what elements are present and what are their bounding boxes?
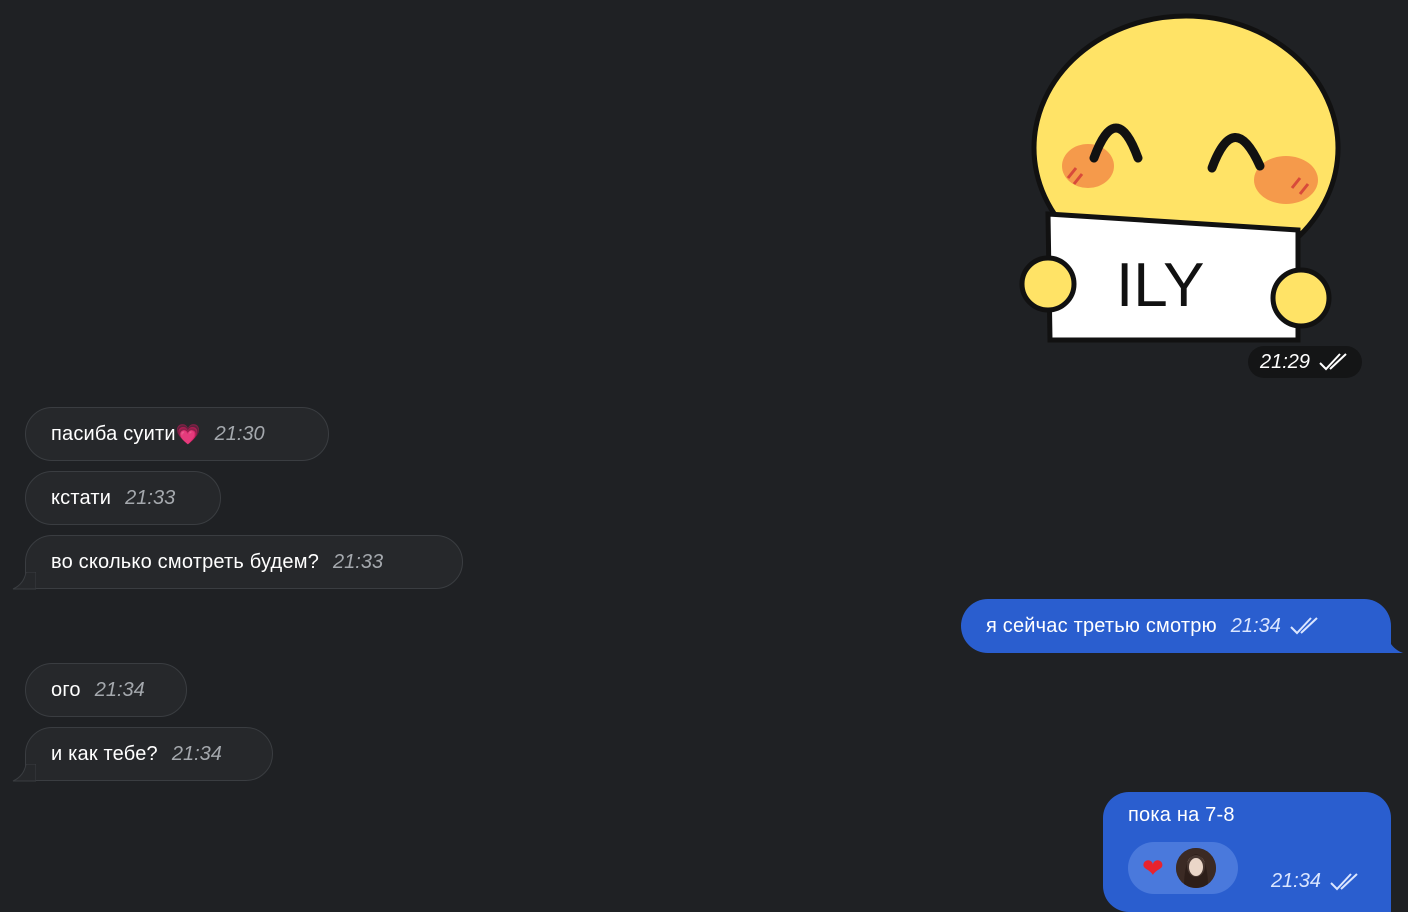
message-tail (12, 764, 36, 782)
incoming-message[interactable]: кстати 21:33 (25, 471, 221, 525)
message-time: 21:34 (171, 742, 222, 765)
message-text: пасиба суити (51, 422, 176, 445)
message-time: 21:34 (1270, 870, 1321, 892)
ily-sticker[interactable]: ILY (1016, 8, 1356, 348)
avatar (1175, 848, 1216, 888)
sticker-image-icon: ILY (1019, 13, 1341, 343)
message-text: ого (51, 678, 81, 701)
heart-icon: ❤ (1142, 852, 1164, 883)
outgoing-message-with-reaction[interactable]: пока на 7-8 ❤ 21:34 (1103, 792, 1391, 912)
message-text: во сколько смотреть будем? (51, 550, 320, 573)
message-text: и как тебе? (51, 742, 158, 765)
message-time: 21:33 (125, 486, 176, 509)
chat-area: ILY 21:29 пасиба суити 💗 21:30 кстати 21… (0, 0, 1408, 912)
message-time: 21:33 (333, 550, 384, 573)
sparkling-heart-icon: 💗 (175, 423, 201, 446)
message-tail (12, 572, 36, 590)
incoming-message[interactable]: во сколько смотреть будем? 21:33 (25, 535, 463, 589)
incoming-message[interactable]: и как тебе? 21:34 (25, 727, 273, 781)
double-check-icon (1330, 872, 1358, 890)
message-text: кстати (51, 486, 112, 509)
message-time: 21:30 (214, 422, 265, 445)
sticker-time: 21:29 (1260, 350, 1311, 373)
message-time: 21:34 (1230, 614, 1281, 637)
double-check-icon (1290, 617, 1318, 635)
sticker-timestamp: 21:29 (1248, 346, 1363, 378)
double-check-icon (1319, 353, 1347, 371)
message-time: 21:34 (94, 678, 145, 701)
reaction-chip[interactable]: ❤ (1128, 842, 1238, 894)
message-tail (1378, 636, 1403, 653)
message-text: пока на 7-8 (1128, 804, 1235, 826)
outgoing-message[interactable]: я сейчас третью смотрю 21:34 (961, 599, 1391, 653)
message-text: я сейчас третью смотрю (986, 614, 1217, 637)
incoming-message[interactable]: ого 21:34 (25, 663, 187, 717)
incoming-message[interactable]: пасиба суити 💗 21:30 (25, 407, 329, 461)
sticker-label: ILY (1116, 251, 1204, 320)
